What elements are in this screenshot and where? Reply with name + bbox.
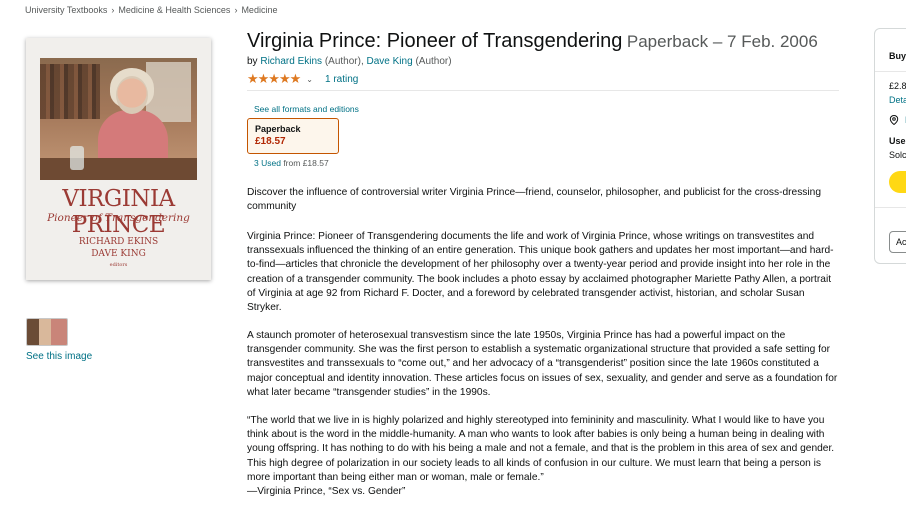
- see-this-image-link[interactable]: See this image: [26, 351, 92, 362]
- used-offers: 3 Used from £18.57: [254, 158, 329, 168]
- format-card-paperback[interactable]: Paperback £18.57: [247, 118, 339, 154]
- divider: [247, 90, 839, 91]
- description-paragraph-1: Discover the influence of controversial …: [247, 187, 821, 213]
- buy-box-used-label: Use: [889, 136, 906, 146]
- author-link-dave-king[interactable]: Dave King: [367, 56, 413, 67]
- breadcrumb-medicine-health-sciences[interactable]: Medicine & Health Sciences: [118, 5, 230, 15]
- description-paragraph-2: Virginia Prince: Pioneer of Transgenderi…: [247, 231, 834, 314]
- divider: [875, 207, 906, 208]
- description-paragraph-3: A staunch promoter of heterosexual trans…: [247, 330, 838, 398]
- buy-now-button[interactable]: [889, 171, 906, 193]
- rating-row: ★★★★★ ⌄ 1 rating: [247, 71, 358, 87]
- divider: [875, 71, 906, 72]
- buy-box-details-link[interactable]: Deta: [889, 95, 906, 105]
- cover-photo-person-head: [116, 76, 148, 114]
- used-price: £18.57: [302, 158, 329, 168]
- location-pin-icon[interactable]: [889, 115, 899, 125]
- breadcrumb: University Textbooks › Medicine & Health S…: [25, 5, 277, 15]
- cover-authors: RICHARD EKINS DAVE KING: [26, 236, 211, 260]
- author-role: (Author): [415, 56, 452, 67]
- cover-editors: editors: [109, 262, 128, 268]
- buy-box-buy-label: Buy: [889, 51, 906, 61]
- book-cover-image[interactable]: VIRGINIA PRINCE Pioneer of Transgenderin…: [26, 38, 211, 280]
- image-thumbnail[interactable]: [26, 318, 68, 346]
- chevron-down-icon[interactable]: ⌄: [306, 75, 313, 84]
- breadcrumb-separator: ›: [111, 5, 115, 15]
- breadcrumb-university-textbooks[interactable]: University Textbooks: [25, 5, 107, 15]
- format-card-label: Paperback: [255, 124, 301, 134]
- add-to-list-button[interactable]: Ac: [889, 231, 906, 253]
- cover-photo-shelf: [40, 64, 100, 119]
- description-quote: “The world that we live in is highly pol…: [247, 415, 835, 483]
- cover-photo-glass: [70, 146, 84, 170]
- product-title-block: Virginia Prince: Pioneer of Transgenderi…: [247, 30, 847, 53]
- used-from-label: from: [283, 158, 301, 168]
- format-card-price: £18.57: [255, 136, 286, 147]
- cover-subtitle: Pioneer of Transgendering: [47, 212, 190, 224]
- format-and-date: Paperback – 7 Feb. 2006: [626, 32, 818, 51]
- author-role: (Author),: [324, 56, 364, 67]
- used-count-link[interactable]: 3 Used: [254, 158, 281, 168]
- buy-box-price: £2.8: [889, 81, 906, 91]
- breadcrumb-separator: ›: [234, 5, 238, 15]
- buy-box-sold-by: Solc: [889, 150, 906, 160]
- cover-author-2: DAVE KING: [91, 249, 146, 259]
- product-title: Virginia Prince: Pioneer of Transgenderi…: [247, 30, 623, 52]
- star-rating-icon[interactable]: ★★★★★: [247, 71, 301, 87]
- buy-box: Buy £2.8 Deta D Use Solc Ac: [874, 28, 906, 264]
- cover-author-1: RICHARD EKINS: [78, 237, 159, 247]
- breadcrumb-medicine[interactable]: Medicine: [241, 5, 277, 15]
- by-label: by: [247, 56, 258, 67]
- cover-photo-table: [40, 158, 197, 180]
- cover-photo: [40, 58, 197, 180]
- author-link-richard-ekins[interactable]: Richard Ekins: [260, 56, 322, 67]
- see-all-formats-link[interactable]: See all formats and editions: [254, 104, 359, 114]
- description-quote-attribution: —Virginia Prince, “Sex vs. Gender”: [247, 486, 406, 497]
- rating-count-link[interactable]: 1 rating: [325, 74, 358, 85]
- byline: by Richard Ekins (Author), Dave King (Au…: [247, 56, 452, 67]
